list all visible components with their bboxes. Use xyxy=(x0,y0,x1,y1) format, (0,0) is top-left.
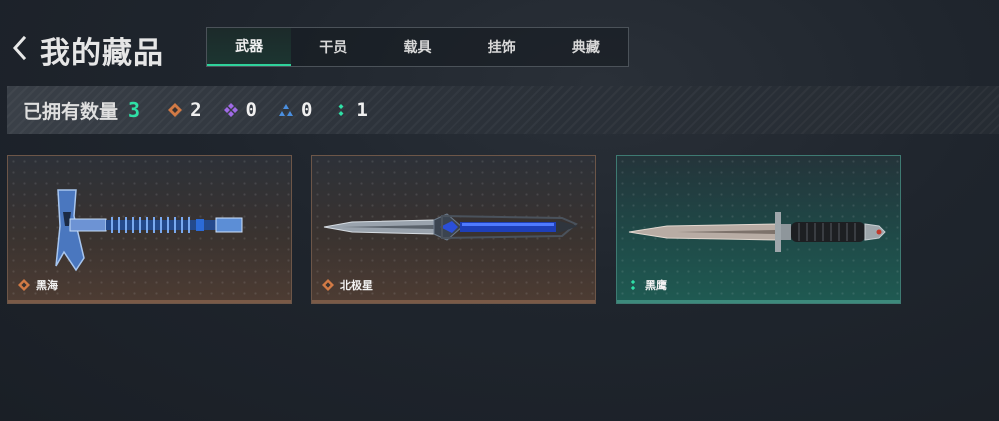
item-name: 黑鹰 xyxy=(645,279,667,292)
owned-count-total: 3 xyxy=(128,98,141,122)
teal-dots-icon xyxy=(630,279,636,291)
category-tabs: 武器 干员 载具 挂饰 典藏 xyxy=(206,27,629,67)
rarity-teal-count: 1 xyxy=(334,99,368,121)
card-rarity-strip xyxy=(8,300,291,303)
item-card-beijixing[interactable]: 北极星 xyxy=(311,155,596,304)
item-label: 黑鹰 xyxy=(627,277,667,293)
chevron-left-icon xyxy=(12,35,27,61)
tab-collection[interactable]: 典藏 xyxy=(544,28,628,66)
rarity-orange-number: 2 xyxy=(190,99,202,121)
page-title: 我的藏品 xyxy=(40,36,164,71)
orange-diamond-icon xyxy=(18,279,30,291)
rarity-blue-count: 0 xyxy=(278,99,313,121)
tomahawk-axe-image xyxy=(55,189,243,272)
tab-vehicles[interactable]: 载具 xyxy=(375,28,459,66)
header: 我的藏品 武器 干员 载具 挂饰 典藏 xyxy=(0,0,999,80)
teal-dots-icon xyxy=(338,104,344,116)
rarity-orange-count: 2 xyxy=(168,99,202,121)
rarity-purple-number: 0 xyxy=(245,99,257,121)
item-card-heiying[interactable]: 黑鹰 xyxy=(616,155,901,304)
item-name: 黑海 xyxy=(36,279,58,292)
orange-diamond-icon xyxy=(168,103,183,117)
card-rarity-strip xyxy=(312,300,595,303)
tab-charms[interactable]: 挂饰 xyxy=(460,28,544,66)
item-name: 北极星 xyxy=(340,279,373,292)
tab-weapons[interactable]: 武器 xyxy=(207,28,292,66)
blue-dagger-image xyxy=(323,213,578,241)
item-label: 北极星 xyxy=(322,277,373,293)
purple-diamond-icon xyxy=(223,103,238,117)
back-button[interactable] xyxy=(10,34,30,62)
owned-count-bar: 已拥有数量 3 2 0 0 1 xyxy=(7,86,999,134)
item-card-heihai[interactable]: 黑海 xyxy=(7,155,292,304)
rarity-teal-number: 1 xyxy=(356,99,368,121)
rarity-blue-number: 0 xyxy=(300,99,313,121)
rarity-purple-count: 0 xyxy=(223,99,257,121)
card-rarity-strip xyxy=(617,300,900,303)
item-label: 黑海 xyxy=(18,277,58,293)
tab-operators[interactable]: 干员 xyxy=(291,28,375,66)
combat-knife-image xyxy=(628,212,886,252)
blue-triangle-icon xyxy=(278,104,293,116)
owned-count-label: 已拥有数量 xyxy=(23,100,119,123)
orange-diamond-icon xyxy=(322,279,334,291)
